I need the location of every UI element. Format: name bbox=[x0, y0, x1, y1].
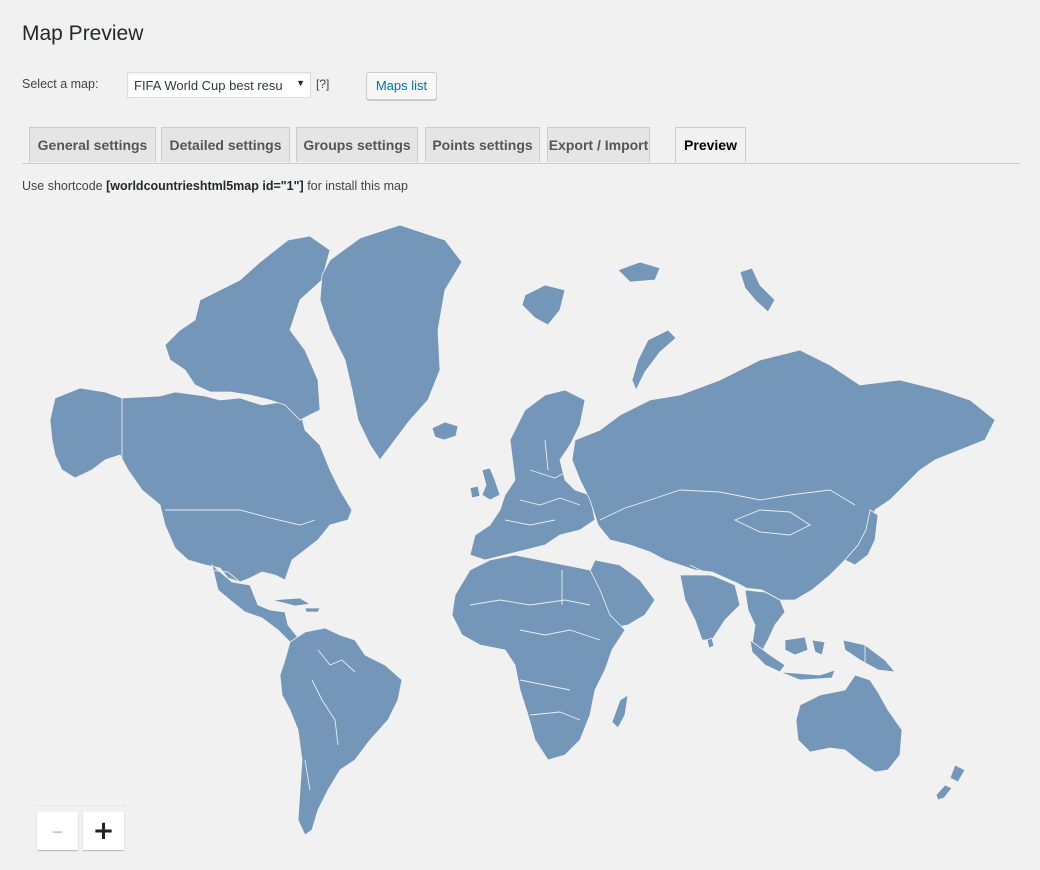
zoom-divider bbox=[36, 805, 126, 806]
region-india[interactable] bbox=[679, 574, 741, 641]
shortcode-value: [worldcountrieshtml5map id="1"] bbox=[106, 179, 304, 193]
region-madagascar[interactable] bbox=[611, 694, 629, 729]
selected-map-value: FIFA World Cup best resu bbox=[134, 78, 283, 93]
region-north-america[interactable] bbox=[49, 387, 353, 583]
region-new-guinea[interactable] bbox=[842, 639, 896, 673]
tab-detailed-settings[interactable]: Detailed settings bbox=[161, 127, 290, 162]
zoom-out-button[interactable]: – bbox=[37, 812, 78, 850]
region-uk-ireland[interactable] bbox=[469, 467, 501, 501]
tab-preview[interactable]: Preview bbox=[675, 127, 746, 163]
region-sri-lanka[interactable] bbox=[706, 637, 715, 649]
tab-general-settings[interactable]: General settings bbox=[29, 127, 156, 162]
shortcode-prefix: Use shortcode bbox=[22, 179, 107, 193]
select-map-label: Select a map: bbox=[22, 77, 99, 91]
region-novaya-zemlya[interactable] bbox=[631, 329, 677, 391]
region-new-zealand[interactable] bbox=[935, 764, 966, 801]
tab-export-import[interactable]: Export / Import bbox=[547, 127, 650, 162]
settings-tabs: General settings Detailed settings Group… bbox=[22, 127, 1020, 164]
plus-icon: + bbox=[92, 816, 115, 846]
map-zoom-controls: – + bbox=[36, 805, 126, 855]
zoom-in-button[interactable]: + bbox=[83, 812, 124, 850]
maps-list-button[interactable]: Maps list bbox=[366, 72, 437, 100]
map-select-dropdown[interactable]: FIFA World Cup best resu ▼ bbox=[127, 72, 311, 98]
tab-points-settings[interactable]: Points settings bbox=[425, 127, 540, 162]
region-canadian-arctic[interactable] bbox=[164, 235, 331, 421]
tab-groups-settings[interactable]: Groups settings bbox=[296, 127, 418, 162]
region-svalbard[interactable] bbox=[521, 284, 566, 326]
dropdown-arrow-icon: ▼ bbox=[296, 78, 305, 88]
map-selector-row: Select a map: FIFA World Cup best resu ▼… bbox=[22, 72, 522, 100]
region-caribbean[interactable] bbox=[271, 597, 321, 613]
shortcode-suffix: for install this map bbox=[303, 179, 408, 193]
minus-icon: – bbox=[51, 817, 64, 845]
region-south-america[interactable] bbox=[279, 627, 403, 836]
shortcode-instructions: Use shortcode [worldcountrieshtml5map id… bbox=[22, 179, 408, 193]
world-map[interactable] bbox=[30, 210, 1020, 850]
region-arctic-islands[interactable] bbox=[617, 261, 776, 313]
page-title: Map Preview bbox=[22, 22, 144, 45]
region-australia[interactable] bbox=[795, 674, 903, 773]
help-link[interactable]: [?] bbox=[316, 77, 329, 91]
region-iceland[interactable] bbox=[431, 421, 459, 441]
